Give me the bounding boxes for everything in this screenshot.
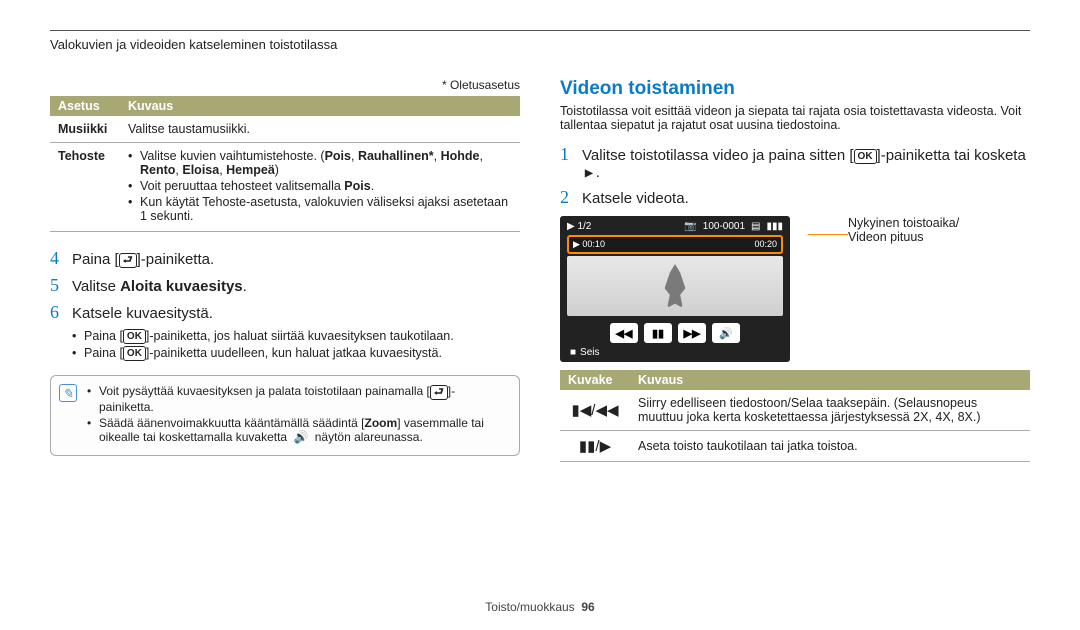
page-footer: Toisto/muokkaus 96 (0, 600, 1080, 614)
volume-button[interactable]: 🔊 (712, 323, 740, 343)
icon-prev-desc: Siirry edelliseen tiedostoon/Selaa taaks… (630, 390, 1030, 431)
row-effect-label: Tehoste (50, 143, 120, 232)
icon-pause-desc: Aseta toisto taukotilaan tai jatka toist… (630, 431, 1030, 462)
right-column: Videon toistaminen Toistotilassa voit es… (560, 78, 1030, 462)
time-total: 00:20 (754, 239, 777, 250)
step-5: Valitse Aloita kuvaesitys. (72, 275, 520, 296)
default-note: * Oletusasetus (50, 78, 520, 92)
pause-button[interactable]: ▮▮ (644, 323, 672, 343)
step-6-sub: Paina []-painiketta, jos haluat siirtää … (72, 329, 520, 361)
right-step-2: Katsele videota. (582, 187, 1030, 208)
icon-table: Kuvake Kuvaus ▮◀/◀◀ Siirry edelliseen ti… (560, 370, 1030, 462)
play-icon (582, 167, 596, 180)
step-4: Paina []-painiketta. (72, 248, 520, 269)
shot-sd-icon: ▤ (751, 221, 760, 232)
row-music-desc: Valitse taustamusiikki. (120, 116, 520, 143)
left-column: * Oletusasetus Asetus Kuvaus Musiikki Va… (50, 78, 520, 462)
right-step-1: Valitse toistotilassa video ja paina sit… (582, 144, 1030, 181)
ok-icon (123, 329, 146, 344)
section-heading: Videon toistaminen (560, 78, 1030, 100)
step-6: Katsele kuvaesitystä. (72, 302, 520, 323)
note-box: ✎ Voit pysäyttää kuvaesityksen ja palata… (50, 375, 520, 455)
row-effect-desc: Valitse kuvien vaihtumistehoste. (Pois, … (120, 143, 520, 232)
stop-icon: ■ (570, 347, 576, 358)
shot-battery-icon: ▮▮▮ (766, 221, 783, 232)
page-header: Valokuvien ja videoiden katseleminen toi… (50, 37, 1030, 52)
callout-text: Nykyinen toistoaika/ Videon pituus (848, 216, 959, 244)
seis-label: Seis (580, 347, 599, 358)
time-elapsed: ▶ 00:10 (573, 239, 605, 250)
icon-pause: ▮▮/▶ (560, 431, 630, 462)
row-music-label: Musiikki (50, 116, 120, 143)
back-icon (119, 253, 137, 268)
shot-counter: ▶ 1/2 (567, 221, 591, 232)
settings-table: Asetus Kuvaus Musiikki Valitse taustamus… (50, 96, 520, 232)
back-icon (430, 385, 448, 400)
settings-th-kuvaus: Kuvaus (120, 96, 520, 116)
shot-controls: ◀◀ ▮▮ ▶▶ 🔊 (564, 319, 786, 345)
note-icon: ✎ (59, 384, 77, 402)
time-bar: ▶ 00:10 00:20 (567, 235, 783, 254)
section-intro: Toistotilassa voit esittää videon ja sie… (560, 104, 1030, 132)
ok-icon (123, 346, 146, 361)
video-screenshot: ▶ 1/2 📷 100-0001 ▤ ▮▮▮ ▶ 00:10 00:20 ◀◀ … (560, 216, 790, 362)
sound-icon (290, 431, 311, 445)
left-steps: 4Paina []-painiketta. 5Valitse Aloita ku… (50, 248, 520, 323)
icon-th-kuvaus: Kuvaus (630, 370, 1030, 390)
icon-prev: ▮◀/◀◀ (560, 390, 630, 431)
ok-icon (854, 149, 877, 164)
rewind-button[interactable]: ◀◀ (610, 323, 638, 343)
settings-th-asetus: Asetus (50, 96, 120, 116)
forward-button[interactable]: ▶▶ (678, 323, 706, 343)
icon-th-kuvake: Kuvake (560, 370, 630, 390)
shot-res: 100-0001 (703, 221, 745, 232)
